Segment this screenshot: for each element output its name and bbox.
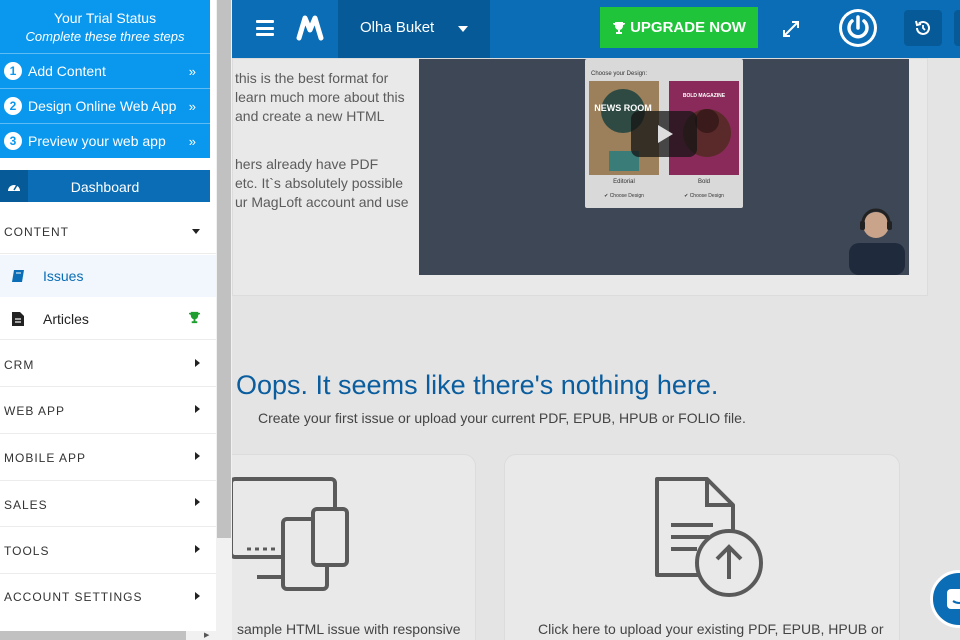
double-chevron-right-icon: » [188,133,196,149]
chat-button[interactable] [930,570,960,628]
section-label: WEB APP [4,404,66,418]
step-number: 2 [4,97,22,115]
trial-step-preview-web-app[interactable]: 3 Preview your web app » [0,123,210,158]
scroll-right-arrow-icon[interactable]: ▶ [204,631,209,639]
history-icon [915,20,930,35]
caret-down-icon [192,229,200,234]
upload-file-text: Click here to upload your existing PDF, … [538,621,884,637]
book-icon [12,270,24,282]
create-sample-issue-card[interactable]: sample HTML issue with responsive [232,454,476,640]
trial-step-design-web-app[interactable]: 2 Design Online Web App » [0,88,210,123]
presenter-image [849,208,905,275]
user-dropdown[interactable]: Olha Buket [338,0,490,58]
choose-design-editorial: ✔ Choose Design [604,193,644,199]
articles-label: Articles [43,311,89,327]
user-name: Olha Buket [360,19,435,36]
power-icon [839,9,877,47]
upgrade-now-button[interactable]: UPGRADE NOW [600,7,758,48]
issues-label: Issues [43,268,84,284]
sidebar-item-articles[interactable]: Articles [0,298,216,340]
design-editorial-label: Editorial [613,179,635,185]
sidebar-section-sales[interactable]: SALES [0,481,216,527]
double-chevron-right-icon: » [188,98,196,114]
sidebar: Your Trial Status Complete these three s… [0,0,216,640]
devices-icon [232,477,349,591]
step-label: Add Content [28,63,106,79]
horizontal-scrollbar-thumb[interactable] [0,631,186,640]
main-content: this is the best format for learn much m… [232,58,960,640]
trial-step-add-content[interactable]: 1 Add Content » [0,53,210,88]
caret-down-icon [458,26,468,32]
intro-card: this is the best format for learn much m… [232,58,928,296]
design-bold-label: Bold [697,179,710,185]
upload-file-card[interactable]: Click here to upload your existing PDF, … [504,454,900,640]
intro-paragraph-2: hers already have PDF etc. It`s absolute… [235,156,409,210]
sidebar-section-tools[interactable]: TOOLS [0,527,216,574]
empty-state-title: Oops. It seems like there's nothing here… [236,370,719,400]
power-button[interactable] [837,7,879,49]
magloft-logo[interactable] [296,12,324,44]
choose-design-bold: ✔ Choose Design [684,193,724,199]
document-icon [12,312,24,326]
dashboard-label: Dashboard [70,179,140,195]
caret-right-icon [195,452,200,460]
history-button[interactable] [904,10,942,46]
sidebar-section-content[interactable]: CONTENT [0,210,216,254]
empty-state-subtitle: Create your first issue or upload your c… [258,410,746,426]
caret-right-icon [195,405,200,413]
bold-thumb-text: BOLD MAGAZINE [682,93,726,99]
menu-icon[interactable] [256,20,274,36]
play-icon[interactable] [631,111,697,157]
section-label: ACCOUNT SETTINGS [4,590,143,604]
step-label: Preview your web app [28,133,166,149]
intro-paragraph-1: this is the best format for learn much m… [235,70,405,124]
trial-status-panel: Your Trial Status Complete these three s… [0,0,210,158]
sidebar-item-dashboard[interactable]: Dashboard [0,170,210,202]
trophy-icon [613,21,626,34]
create-sample-text: sample HTML issue with responsive [237,621,461,637]
caret-right-icon [195,592,200,600]
trial-title: Your Trial Status [53,10,157,26]
trophy-icon [188,311,201,324]
sidebar-scrollbar-thumb[interactable] [217,0,231,538]
caret-right-icon [195,545,200,553]
trial-subtitle: Complete these three steps [25,29,185,44]
upload-file-icon [655,477,763,597]
section-label: CONTENT [4,225,69,239]
caret-right-icon [195,498,200,506]
sidebar-section-account-settings[interactable]: ACCOUNT SETTINGS [0,574,216,622]
section-label: TOOLS [4,544,50,558]
section-label: SALES [4,498,48,512]
double-chevron-right-icon: » [188,63,196,79]
step-label: Design Online Web App [28,98,177,114]
upgrade-label: UPGRADE NOW [630,19,746,36]
sidebar-item-issues[interactable]: Issues [0,255,216,297]
chat-icon [947,589,960,609]
section-label: CRM [4,358,35,372]
sidebar-section-web-app[interactable]: WEB APP [0,388,216,434]
fullscreen-icon[interactable] [780,18,802,40]
caret-right-icon [195,359,200,367]
tutorial-video[interactable]: Choose your Design: NEWS ROOM BOLD MAGAZ… [419,59,909,275]
sidebar-section-mobile-app[interactable]: MOBILE APP [0,434,216,481]
section-label: MOBILE APP [4,451,87,465]
choose-design-label: Choose your Design: [591,71,648,77]
sidebar-section-crm[interactable]: CRM [0,341,216,387]
overflow-button[interactable] [954,10,960,46]
top-bar: Olha Buket UPGRADE NOW [232,0,960,58]
step-number: 3 [4,132,22,150]
step-number: 1 [4,62,22,80]
